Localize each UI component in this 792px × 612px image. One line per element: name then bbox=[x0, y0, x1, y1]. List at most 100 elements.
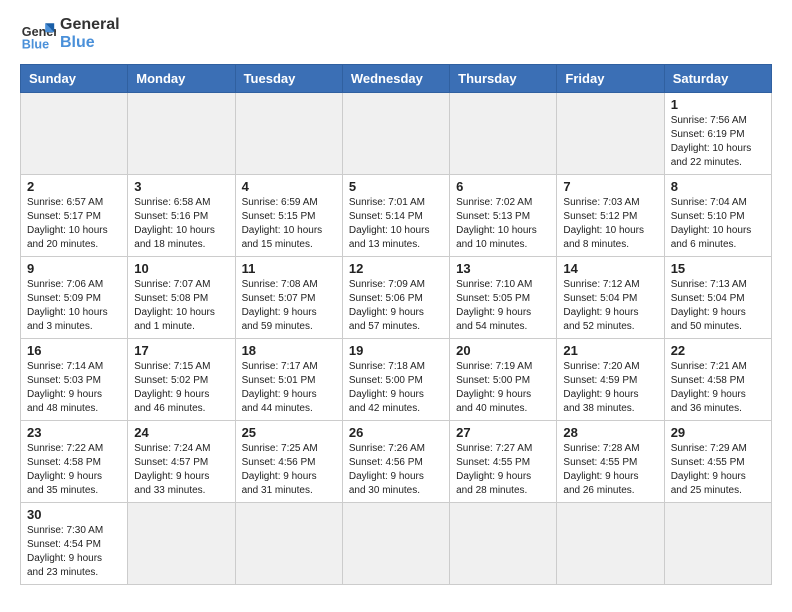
calendar-cell: 29 Sunrise: 7:29 AM Sunset: 4:55 PM Dayli… bbox=[664, 421, 771, 503]
calendar-cell bbox=[450, 503, 557, 585]
day-info: Sunrise: 7:25 AM Sunset: 4:56 PM Dayligh… bbox=[242, 442, 336, 498]
calendar-cell bbox=[21, 93, 128, 175]
calendar-cell: 26Sunrise: 7:26 AM Sunset: 4:56 PM Dayli… bbox=[342, 421, 449, 503]
calendar-cell: 6 Sunrise: 7:02 AM Sunset: 5:13 PM Daylig… bbox=[450, 175, 557, 257]
logo-general-text: General bbox=[60, 16, 120, 34]
day-info: Sunrise: 7:27 AM Sunset: 4:55 PM Dayligh… bbox=[456, 442, 550, 498]
weekday-header-wednesday: Wednesday bbox=[342, 65, 449, 93]
day-info: Sunrise: 7:22 AM Sunset: 4:58 PM Dayligh… bbox=[27, 442, 121, 498]
day-number: 7 bbox=[563, 179, 657, 194]
calendar-cell: 16 Sunrise: 7:14 AM Sunset: 5:03 PM Dayli… bbox=[21, 339, 128, 421]
day-number: 5 bbox=[349, 179, 443, 194]
calendar-cell: 15Sunrise: 7:13 AM Sunset: 5:04 PM Dayli… bbox=[664, 257, 771, 339]
day-number: 27 bbox=[456, 425, 550, 440]
weekday-header-saturday: Saturday bbox=[664, 65, 771, 93]
day-info: Sunrise: 7:07 AM Sunset: 5:08 PM Dayligh… bbox=[134, 278, 228, 334]
calendar-cell bbox=[557, 93, 664, 175]
calendar-cell: 17 Sunrise: 7:15 AM Sunset: 5:02 PM Dayli… bbox=[128, 339, 235, 421]
calendar-cell: 5 Sunrise: 7:01 AM Sunset: 5:14 PM Daylig… bbox=[342, 175, 449, 257]
day-info: Sunrise: 7:19 AM Sunset: 5:00 PM Dayligh… bbox=[456, 360, 550, 416]
day-info: Sunrise: 6:58 AM Sunset: 5:16 PM Dayligh… bbox=[134, 196, 228, 252]
day-number: 29 bbox=[671, 425, 765, 440]
weekday-header-sunday: Sunday bbox=[21, 65, 128, 93]
day-number: 17 bbox=[134, 343, 228, 358]
day-number: 20 bbox=[456, 343, 550, 358]
calendar-cell bbox=[128, 503, 235, 585]
week-row-2: 9 Sunrise: 7:06 AM Sunset: 5:09 PM Daylig… bbox=[21, 257, 772, 339]
calendar-cell: 27 Sunrise: 7:27 AM Sunset: 4:55 PM Dayli… bbox=[450, 421, 557, 503]
calendar-cell: 18Sunrise: 7:17 AM Sunset: 5:01 PM Dayli… bbox=[235, 339, 342, 421]
day-info: Sunrise: 7:04 AM Sunset: 5:10 PM Dayligh… bbox=[671, 196, 765, 252]
day-number: 21 bbox=[563, 343, 657, 358]
day-number: 12 bbox=[349, 261, 443, 276]
day-info: Sunrise: 7:28 AM Sunset: 4:55 PM Dayligh… bbox=[563, 442, 657, 498]
day-number: 10 bbox=[134, 261, 228, 276]
logo-blue-text: Blue bbox=[60, 34, 120, 52]
calendar-cell: 3 Sunrise: 6:58 AM Sunset: 5:16 PM Daylig… bbox=[128, 175, 235, 257]
day-number: 6 bbox=[456, 179, 550, 194]
logo: General Blue General Blue bbox=[20, 16, 120, 52]
day-info: Sunrise: 7:09 AM Sunset: 5:06 PM Dayligh… bbox=[349, 278, 443, 334]
week-row-1: 2 Sunrise: 6:57 AM Sunset: 5:17 PM Daylig… bbox=[21, 175, 772, 257]
day-info: Sunrise: 7:20 AM Sunset: 4:59 PM Dayligh… bbox=[563, 360, 657, 416]
calendar-cell: 10 Sunrise: 7:07 AM Sunset: 5:08 PM Dayli… bbox=[128, 257, 235, 339]
calendar-cell: 13Sunrise: 7:10 AM Sunset: 5:05 PM Dayli… bbox=[450, 257, 557, 339]
header: General Blue General Blue bbox=[20, 16, 772, 52]
calendar-cell: 2 Sunrise: 6:57 AM Sunset: 5:17 PM Daylig… bbox=[21, 175, 128, 257]
weekday-header-tuesday: Tuesday bbox=[235, 65, 342, 93]
day-number: 4 bbox=[242, 179, 336, 194]
day-number: 30 bbox=[27, 507, 121, 522]
calendar-cell bbox=[235, 503, 342, 585]
calendar-table: SundayMondayTuesdayWednesdayThursdayFrid… bbox=[20, 64, 772, 585]
day-info: Sunrise: 7:24 AM Sunset: 4:57 PM Dayligh… bbox=[134, 442, 228, 498]
day-info: Sunrise: 6:57 AM Sunset: 5:17 PM Dayligh… bbox=[27, 196, 121, 252]
svg-text:Blue: Blue bbox=[22, 37, 49, 51]
day-info: Sunrise: 7:03 AM Sunset: 5:12 PM Dayligh… bbox=[563, 196, 657, 252]
day-info: Sunrise: 7:15 AM Sunset: 5:02 PM Dayligh… bbox=[134, 360, 228, 416]
day-info: Sunrise: 7:08 AM Sunset: 5:07 PM Dayligh… bbox=[242, 278, 336, 334]
day-info: Sunrise: 7:13 AM Sunset: 5:04 PM Dayligh… bbox=[671, 278, 765, 334]
day-number: 2 bbox=[27, 179, 121, 194]
calendar-cell bbox=[128, 93, 235, 175]
calendar-cell: 7 Sunrise: 7:03 AM Sunset: 5:12 PM Daylig… bbox=[557, 175, 664, 257]
day-number: 28 bbox=[563, 425, 657, 440]
day-number: 9 bbox=[27, 261, 121, 276]
day-number: 14 bbox=[563, 261, 657, 276]
calendar-cell: 9 Sunrise: 7:06 AM Sunset: 5:09 PM Daylig… bbox=[21, 257, 128, 339]
day-info: Sunrise: 7:06 AM Sunset: 5:09 PM Dayligh… bbox=[27, 278, 121, 334]
weekday-header-row: SundayMondayTuesdayWednesdayThursdayFrid… bbox=[21, 65, 772, 93]
day-info: Sunrise: 7:14 AM Sunset: 5:03 PM Dayligh… bbox=[27, 360, 121, 416]
day-number: 11 bbox=[242, 261, 336, 276]
day-info: Sunrise: 7:18 AM Sunset: 5:00 PM Dayligh… bbox=[349, 360, 443, 416]
calendar-cell: 8 Sunrise: 7:04 AM Sunset: 5:10 PM Daylig… bbox=[664, 175, 771, 257]
day-number: 3 bbox=[134, 179, 228, 194]
calendar-cell: 21 Sunrise: 7:20 AM Sunset: 4:59 PM Dayli… bbox=[557, 339, 664, 421]
calendar-cell bbox=[557, 503, 664, 585]
calendar-cell bbox=[664, 503, 771, 585]
day-info: Sunrise: 7:02 AM Sunset: 5:13 PM Dayligh… bbox=[456, 196, 550, 252]
day-number: 19 bbox=[349, 343, 443, 358]
day-number: 24 bbox=[134, 425, 228, 440]
weekday-header-friday: Friday bbox=[557, 65, 664, 93]
calendar-cell bbox=[342, 93, 449, 175]
day-number: 16 bbox=[27, 343, 121, 358]
calendar-cell: 19 Sunrise: 7:18 AM Sunset: 5:00 PM Dayli… bbox=[342, 339, 449, 421]
calendar-cell bbox=[450, 93, 557, 175]
calendar-cell: 14 Sunrise: 7:12 AM Sunset: 5:04 PM Dayli… bbox=[557, 257, 664, 339]
day-info: Sunrise: 7:17 AM Sunset: 5:01 PM Dayligh… bbox=[242, 360, 336, 416]
day-info: Sunrise: 7:12 AM Sunset: 5:04 PM Dayligh… bbox=[563, 278, 657, 334]
day-info: Sunrise: 7:21 AM Sunset: 4:58 PM Dayligh… bbox=[671, 360, 765, 416]
day-info: Sunrise: 7:29 AM Sunset: 4:55 PM Dayligh… bbox=[671, 442, 765, 498]
calendar-cell: 25Sunrise: 7:25 AM Sunset: 4:56 PM Dayli… bbox=[235, 421, 342, 503]
calendar-cell: 20 Sunrise: 7:19 AM Sunset: 5:00 PM Dayli… bbox=[450, 339, 557, 421]
calendar-cell: 23Sunrise: 7:22 AM Sunset: 4:58 PM Dayli… bbox=[21, 421, 128, 503]
week-row-3: 16 Sunrise: 7:14 AM Sunset: 5:03 PM Dayli… bbox=[21, 339, 772, 421]
calendar-cell: 4 Sunrise: 6:59 AM Sunset: 5:15 PM Daylig… bbox=[235, 175, 342, 257]
day-info: Sunrise: 7:01 AM Sunset: 5:14 PM Dayligh… bbox=[349, 196, 443, 252]
weekday-header-thursday: Thursday bbox=[450, 65, 557, 93]
week-row-0: 1Sunrise: 7:56 AM Sunset: 6:19 PM Daylig… bbox=[21, 93, 772, 175]
day-info: Sunrise: 6:59 AM Sunset: 5:15 PM Dayligh… bbox=[242, 196, 336, 252]
week-row-4: 23Sunrise: 7:22 AM Sunset: 4:58 PM Dayli… bbox=[21, 421, 772, 503]
day-number: 8 bbox=[671, 179, 765, 194]
calendar-cell bbox=[342, 503, 449, 585]
